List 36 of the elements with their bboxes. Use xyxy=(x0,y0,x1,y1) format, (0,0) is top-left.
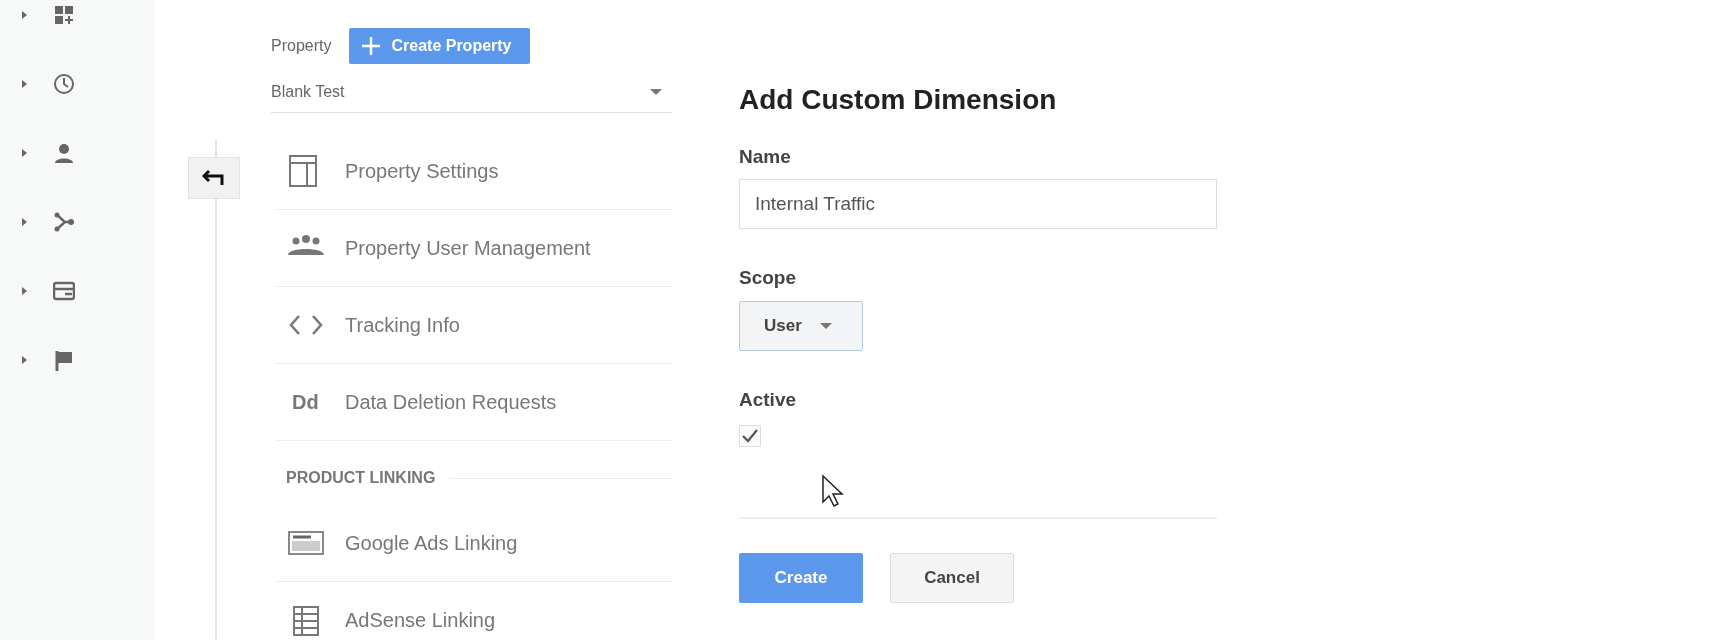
expand-arrow-icon[interactable] xyxy=(22,10,27,19)
property-label: Property xyxy=(271,37,332,55)
create-button[interactable]: Create xyxy=(739,553,863,603)
menu-item[interactable]: Data Deletion Requests xyxy=(345,390,557,414)
clock-icon[interactable] xyxy=(53,72,75,95)
section-heading: PRODUCT LINKING xyxy=(286,469,436,487)
grid-plus-icon[interactable] xyxy=(53,3,75,26)
menu-item[interactable]: Google Ads Linking xyxy=(345,531,518,555)
person-icon[interactable] xyxy=(53,141,75,164)
expand-arrow-icon[interactable] xyxy=(22,79,27,88)
expand-arrow-icon[interactable] xyxy=(22,148,27,157)
back-button[interactable] xyxy=(188,157,240,199)
name-label: Name xyxy=(739,146,792,168)
property-dropdown[interactable]: Blank Test xyxy=(271,72,672,113)
mouse-cursor-icon xyxy=(821,474,845,508)
expand-arrow-icon[interactable] xyxy=(22,286,27,295)
dd-icon: Dd xyxy=(292,390,330,414)
plus-icon xyxy=(361,36,382,56)
card-icon[interactable] xyxy=(53,279,75,302)
menu-item[interactable]: Tracking Info xyxy=(345,313,460,337)
cancel-button[interactable]: Cancel xyxy=(890,553,1014,603)
menu-item[interactable]: Property Settings xyxy=(345,159,499,183)
back-arrow-icon xyxy=(202,169,226,187)
menu-item[interactable]: Property User Management xyxy=(345,236,591,260)
dialog-title: Add Custom Dimension xyxy=(739,84,1058,116)
flag-icon[interactable] xyxy=(53,348,75,371)
branch-icon[interactable] xyxy=(53,210,75,233)
expand-arrow-icon[interactable] xyxy=(22,355,27,364)
scope-dropdown[interactable]: User xyxy=(739,301,863,351)
active-label: Active xyxy=(739,389,798,411)
menu-item[interactable]: AdSense Linking xyxy=(345,608,496,632)
name-input[interactable]: Internal Traffic xyxy=(739,179,1217,229)
expand-arrow-icon[interactable] xyxy=(22,217,27,226)
create-property-button[interactable]: Create Property xyxy=(349,28,530,64)
scope-label: Scope xyxy=(739,267,798,289)
active-checkbox[interactable] xyxy=(739,425,761,447)
